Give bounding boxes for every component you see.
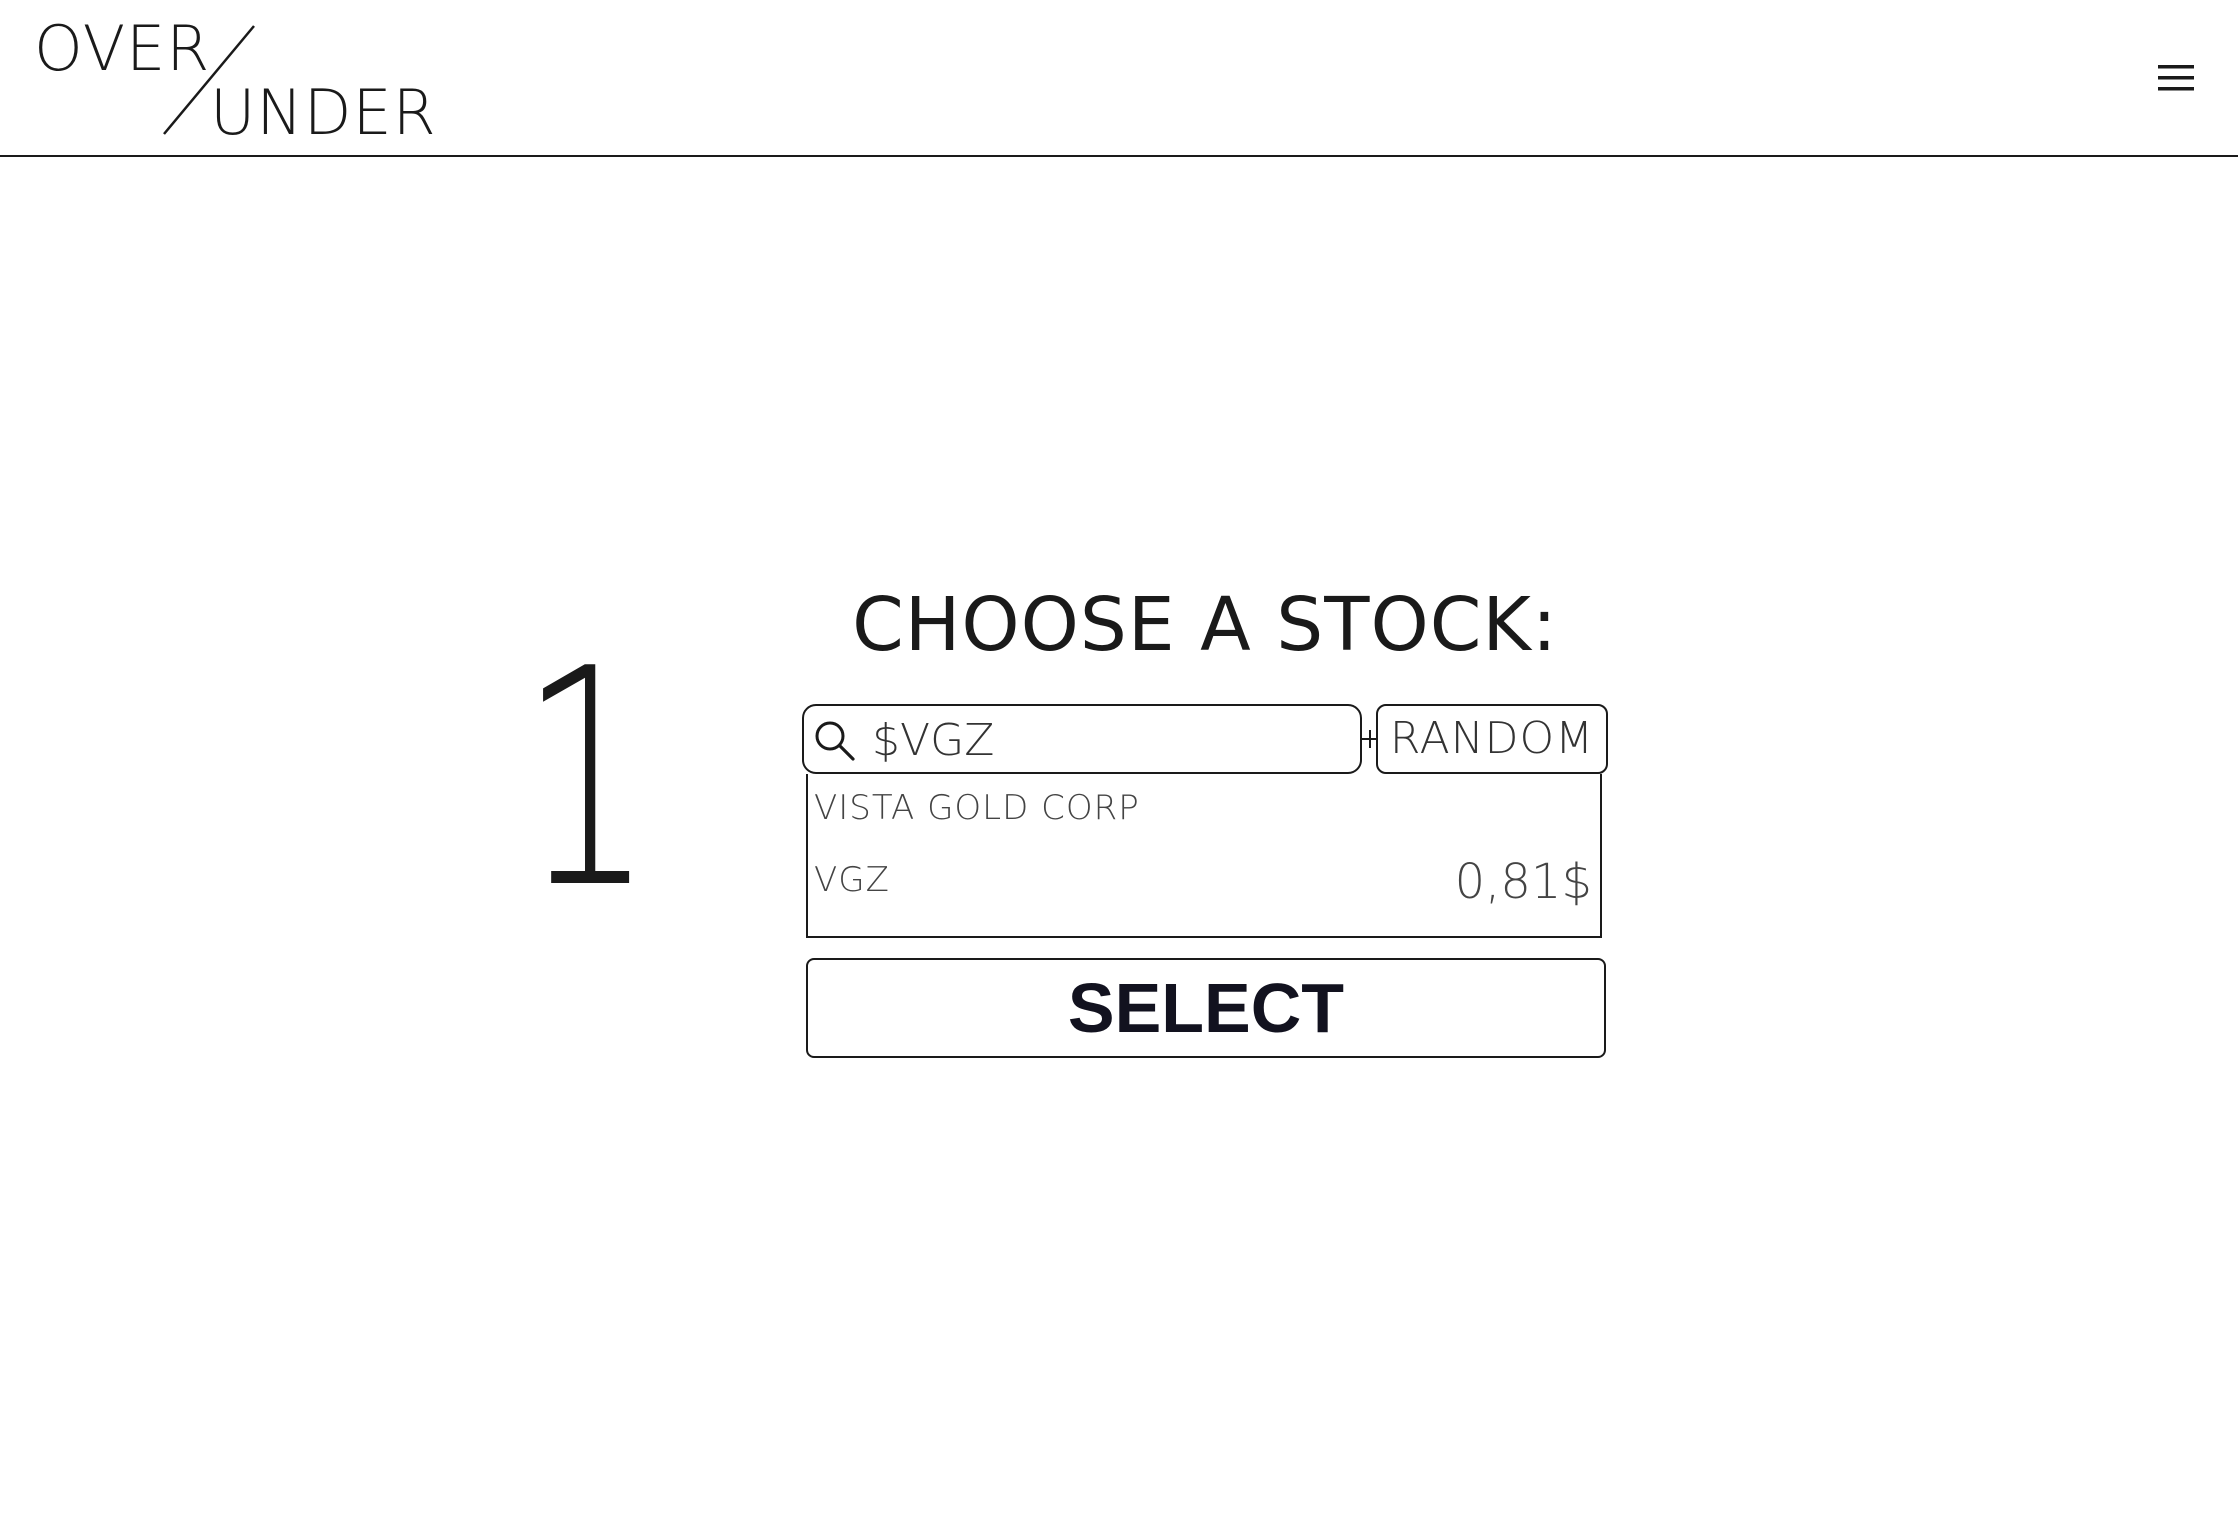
- search-random-connector-tick: [1369, 730, 1371, 748]
- stock-search-box[interactable]: [802, 704, 1362, 774]
- step-number: 1: [520, 605, 654, 954]
- stock-search-input[interactable]: [872, 714, 1342, 766]
- logo-under-word: UNDER: [210, 76, 437, 149]
- result-ticker: VGZ: [814, 860, 890, 900]
- top-header: OVER UNDER: [0, 0, 2238, 157]
- random-button[interactable]: RANDOM: [1376, 704, 1608, 774]
- result-price: 0,81$: [1454, 854, 1592, 910]
- hamburger-menu-icon[interactable]: [2154, 56, 2198, 100]
- over-under-logo[interactable]: OVER UNDER: [34, 14, 436, 148]
- search-result-item[interactable]: VISTA GOLD CORP VGZ 0,81$: [806, 774, 1602, 938]
- page-title: CHOOSE A STOCK:: [852, 582, 1558, 668]
- select-button[interactable]: SELECT: [806, 958, 1606, 1058]
- result-company-name: VISTA GOLD CORP: [814, 788, 1140, 828]
- search-icon: [812, 718, 858, 764]
